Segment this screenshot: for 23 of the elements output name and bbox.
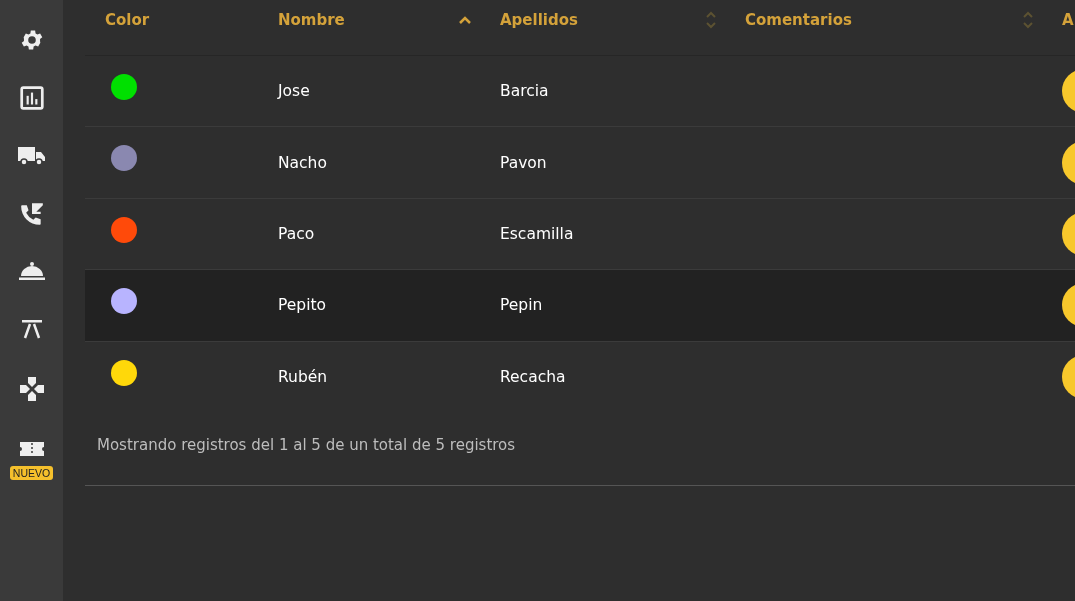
bar-chart-icon[interactable] <box>18 85 45 111</box>
column-header[interactable]: Nombre <box>258 10 480 29</box>
table-cell: Nacho <box>278 153 327 172</box>
table-cell: Paco <box>278 224 315 243</box>
table-cell: Barcia <box>500 82 549 101</box>
table-cell: Rubén <box>278 367 328 386</box>
ticket-icon[interactable] <box>18 439 45 459</box>
table-cell: Jose <box>278 82 310 101</box>
table-cell: Pavon <box>500 153 547 172</box>
new-badge: NUEVO <box>9 466 54 480</box>
table-cell: Pepito <box>278 296 327 315</box>
phone-icon[interactable] <box>18 201 45 227</box>
table-row[interactable]: Pepito Pepin <box>85 270 1075 342</box>
cloche-icon[interactable] <box>17 259 46 283</box>
table-cell: Pepin <box>500 296 543 315</box>
table-cell: Escamilla <box>500 224 574 243</box>
column-header[interactable]: Apellidos <box>480 9 725 30</box>
column-header[interactable]: Color <box>85 10 258 29</box>
table-cell: Recacha <box>500 367 566 386</box>
column-header[interactable]: A <box>1042 10 1075 29</box>
column-header[interactable]: Comentarios <box>725 9 1042 30</box>
gamepad-icon[interactable] <box>17 375 46 403</box>
records-info: Mostrando registros del 1 al 5 de un total de 5 registros <box>97 435 516 454</box>
